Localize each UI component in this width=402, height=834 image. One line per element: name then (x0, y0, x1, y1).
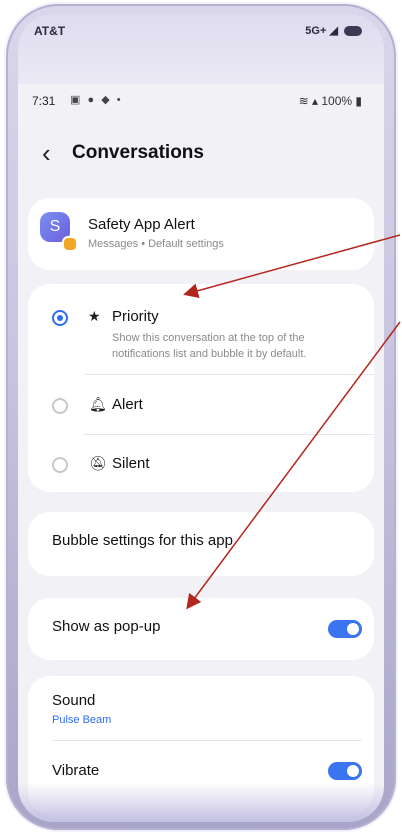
priority-label: Priority (112, 308, 159, 325)
vibrate-label: Vibrate (52, 762, 100, 779)
carrier-bar: AT&T 5G+ ◢ (18, 14, 384, 84)
sound-label: Sound (52, 692, 96, 709)
show-popup-toggle[interactable] (328, 620, 362, 638)
show-popup-row[interactable]: Show as pop-up (28, 598, 374, 660)
vibrate-toggle[interactable] (328, 762, 362, 780)
status-time: 7:31 (32, 94, 56, 108)
notification-mode-card: ★ Priority Show this conversation at the… (28, 284, 374, 492)
page-title: Conversations (72, 142, 204, 163)
silent-label: Silent (112, 455, 150, 472)
battery-percent: 100% (321, 94, 353, 108)
carrier-signal: 5G+ ◢ (305, 24, 362, 37)
bubble-settings-row[interactable]: Bubble settings for this app (28, 512, 374, 576)
battery-icon: ▮ (355, 94, 362, 108)
status-right: ≋ ▴ 100% ▮ (299, 94, 362, 108)
chat-icon: ● (87, 94, 97, 106)
app-card[interactable]: S Safety App Alert Messages • Default se… (28, 198, 374, 270)
app-subtitle: Messages • Default settings (88, 238, 224, 250)
bell-icon: 🔔︎ (89, 396, 107, 412)
divider (52, 740, 362, 741)
priority-radio[interactable] (52, 310, 68, 326)
image-icon: ▣ (70, 94, 83, 106)
signal-icon: ▴ (311, 94, 318, 108)
bell-off-icon: 🔕︎ (89, 455, 107, 471)
alert-label: Alert (112, 396, 143, 413)
status-bar: 7:31 ▣ ● ◆ • ≋ ▴ 100% ▮ (18, 88, 384, 112)
bottom-fade (18, 782, 384, 822)
silent-radio[interactable] (52, 457, 68, 473)
carrier-name: AT&T (34, 24, 66, 38)
back-icon[interactable]: ‹ (42, 138, 51, 168)
show-popup-label: Show as pop-up (52, 618, 161, 635)
priority-description: Show this conversation at the top of the… (112, 332, 307, 360)
divider (84, 374, 374, 375)
wifi-icon: ≋ (298, 94, 309, 108)
header: ‹ Conversations (18, 138, 384, 174)
signal-bars-icon: ◢ (329, 25, 338, 37)
mail-icon: ◆ (101, 94, 112, 106)
star-icon: ★ (88, 308, 101, 324)
app-badge-icon (62, 236, 78, 252)
notification-icons: ▣ ● ◆ • (70, 93, 123, 106)
sound-value: Pulse Beam (52, 714, 112, 726)
screen: AT&T 5G+ ◢ 7:31 ▣ ● ◆ • ≋ ▴ 100% ▮ ‹ Con… (18, 14, 384, 822)
app-name: Safety App Alert (88, 216, 195, 233)
network-type: 5G+ (305, 25, 327, 37)
battery-pill-icon (344, 26, 362, 37)
divider (84, 434, 374, 435)
dot-icon: • (116, 94, 123, 106)
alert-radio[interactable] (52, 398, 68, 414)
bubble-settings-label: Bubble settings for this app (52, 532, 233, 549)
